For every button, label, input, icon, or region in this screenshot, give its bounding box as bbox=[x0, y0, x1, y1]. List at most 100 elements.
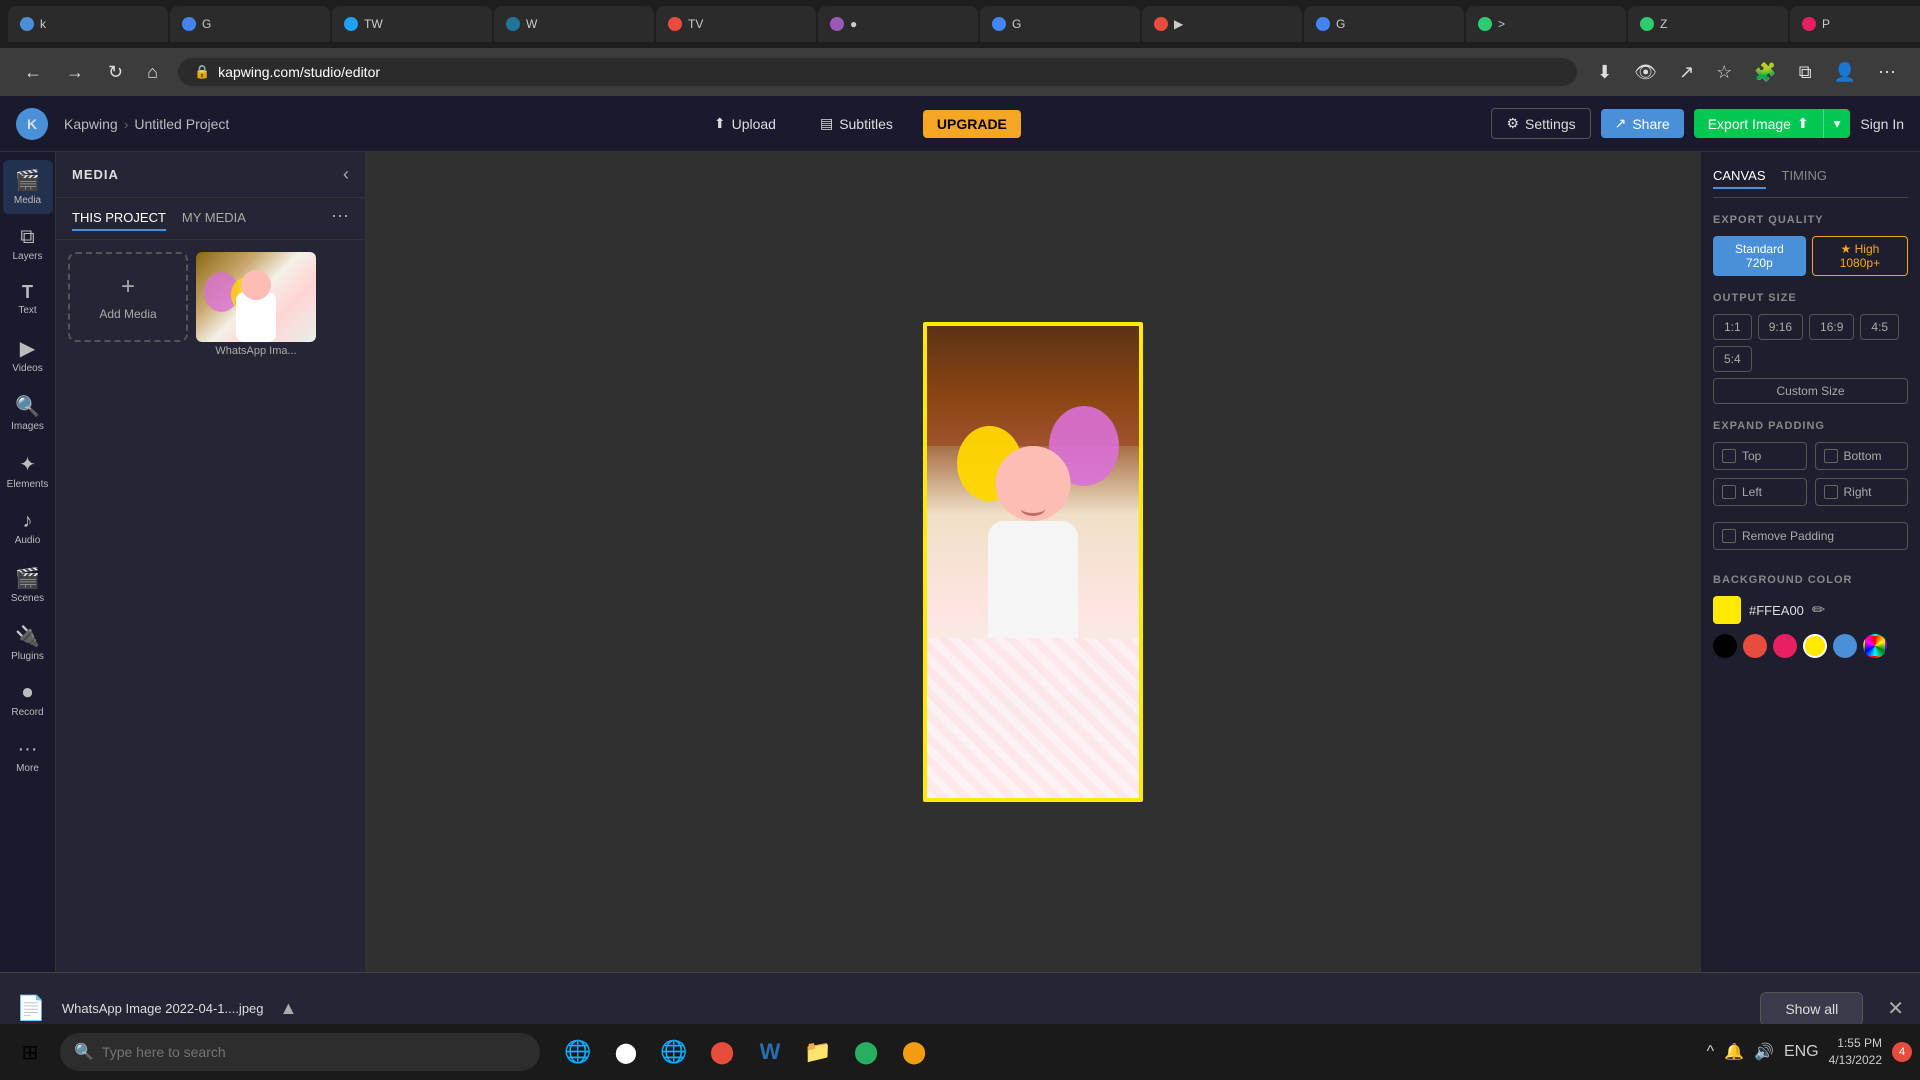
browser-tab-1[interactable]: k bbox=[8, 6, 168, 42]
media-thumbnail[interactable] bbox=[196, 252, 316, 342]
padding-top-button[interactable]: Top bbox=[1713, 442, 1807, 470]
export-main-button[interactable]: Export Image ⬆ bbox=[1694, 109, 1823, 138]
back-button[interactable]: ← bbox=[16, 58, 50, 87]
tab-canvas[interactable]: CANVAS bbox=[1713, 164, 1766, 189]
sidebar-item-record[interactable]: ⏺ Record bbox=[3, 674, 53, 726]
quality-high-button[interactable]: ★ High 1080p+ bbox=[1812, 236, 1908, 276]
favorites-btn[interactable]: ☆ bbox=[1708, 58, 1740, 87]
export-dropdown-button[interactable]: ▾ bbox=[1823, 109, 1851, 138]
sidebar-item-scenes[interactable]: 🎬 Scenes bbox=[3, 558, 53, 612]
collapse-panel-button[interactable]: ‹ bbox=[343, 164, 349, 185]
share-button[interactable]: ↗ Share bbox=[1601, 109, 1684, 138]
sidebar-item-plugins[interactable]: 🔌 Plugins bbox=[3, 616, 53, 670]
tray-network-icon[interactable]: 🔔 bbox=[1724, 1042, 1744, 1062]
browser-tab-4[interactable]: W bbox=[494, 6, 654, 42]
project-name[interactable]: Untitled Project bbox=[134, 116, 229, 132]
settings-button[interactable]: ⚙ Settings bbox=[1491, 108, 1590, 139]
bottom-collapse-button[interactable]: ▲ bbox=[280, 998, 298, 1019]
main-area: 🎬 Media ⧉ Layers T Text ▶ Videos 🔍 Image… bbox=[0, 152, 1920, 972]
address-bar[interactable]: 🔒 kapwing.com/studio/editor bbox=[178, 58, 1577, 86]
preset-yellow[interactable] bbox=[1803, 634, 1827, 658]
tb-app-2[interactable]: ⬤ bbox=[892, 1030, 936, 1074]
download-icon-btn[interactable]: ⬇ bbox=[1589, 58, 1620, 87]
browser-tab-11[interactable]: Z bbox=[1628, 6, 1788, 42]
browser-tab-2[interactable]: G bbox=[170, 6, 330, 42]
tb-app-word[interactable]: W bbox=[748, 1030, 792, 1074]
tb-app-opera[interactable]: ⬤ bbox=[700, 1030, 744, 1074]
home-button[interactable]: ⌂ bbox=[139, 58, 166, 87]
size-1x1-button[interactable]: 1:1 bbox=[1713, 314, 1752, 340]
upgrade-button[interactable]: UPGRADE bbox=[923, 110, 1021, 138]
bottom-filename: WhatsApp Image 2022-04-1....jpeg bbox=[62, 1001, 264, 1016]
tb-app-1[interactable]: ⬤ bbox=[844, 1030, 888, 1074]
tray-datetime[interactable]: 1:55 PM 4/13/2022 bbox=[1829, 1035, 1882, 1069]
browser-tab-10[interactable]: > bbox=[1466, 6, 1626, 42]
tab-this-project[interactable]: THIS PROJECT bbox=[72, 206, 166, 231]
browser-tab-6[interactable]: ● bbox=[818, 6, 978, 42]
preset-red[interactable] bbox=[1743, 634, 1767, 658]
size-4x5-button[interactable]: 4:5 bbox=[1860, 314, 1899, 340]
images-icon: 🔍 bbox=[15, 394, 40, 419]
add-media-button[interactable]: + Add Media bbox=[68, 252, 188, 342]
share-page-btn[interactable]: ↗ bbox=[1671, 58, 1702, 87]
search-bar[interactable]: 🔍 bbox=[60, 1033, 540, 1071]
notification-badge[interactable]: 4 bbox=[1892, 1042, 1912, 1062]
remove-padding-button[interactable]: Remove Padding bbox=[1713, 522, 1908, 550]
profile-btn[interactable]: 👤 bbox=[1826, 58, 1864, 87]
sidebar-item-audio[interactable]: ♪ Audio bbox=[3, 502, 53, 554]
reading-mode-btn[interactable]: 👁 bbox=[1626, 58, 1665, 87]
browser-tab-8[interactable]: ▶ bbox=[1142, 6, 1302, 42]
tray-chevron[interactable]: ^ bbox=[1707, 1043, 1715, 1061]
tb-app-ie[interactable]: 🌐 bbox=[556, 1030, 600, 1074]
upload-button[interactable]: ⬆ Upload bbox=[700, 109, 790, 138]
preset-gradient[interactable] bbox=[1863, 634, 1887, 658]
sidebar-toggle-btn[interactable]: ⧉ bbox=[1791, 58, 1820, 87]
color-swatch[interactable] bbox=[1713, 596, 1741, 624]
bg-color-label: BACKGROUND COLOR bbox=[1713, 574, 1908, 586]
sidebar-item-text[interactable]: T Text bbox=[3, 274, 53, 324]
subtitles-button[interactable]: ▤ Subtitles bbox=[806, 109, 907, 138]
show-all-button[interactable]: Show all bbox=[1760, 992, 1863, 1026]
tab-timing[interactable]: TIMING bbox=[1782, 164, 1828, 189]
sidebar-item-media[interactable]: 🎬 Media bbox=[3, 160, 53, 214]
size-16x9-button[interactable]: 16:9 bbox=[1809, 314, 1854, 340]
browser-tab-3[interactable]: TW bbox=[332, 6, 492, 42]
extensions-btn[interactable]: 🧩 bbox=[1746, 58, 1784, 87]
brand-name[interactable]: Kapwing bbox=[64, 116, 118, 132]
tb-app-explorer[interactable]: 📁 bbox=[796, 1030, 840, 1074]
sidebar-item-videos[interactable]: ▶ Videos bbox=[3, 328, 53, 382]
padding-left-button[interactable]: Left bbox=[1713, 478, 1807, 506]
padding-right-button[interactable]: Right bbox=[1815, 478, 1909, 506]
sidebar-item-more[interactable]: ··· More bbox=[3, 730, 53, 782]
tab-my-media[interactable]: MY MEDIA bbox=[182, 206, 246, 231]
browser-tab-12[interactable]: P bbox=[1790, 6, 1920, 42]
browser-tab-7[interactable]: G bbox=[980, 6, 1140, 42]
quality-standard-button[interactable]: Standard 720p bbox=[1713, 236, 1806, 276]
media-more-icon[interactable]: ⋯ bbox=[331, 206, 349, 231]
sidebar-item-elements[interactable]: ✦ Elements bbox=[3, 444, 53, 498]
canvas-area[interactable] bbox=[366, 152, 1700, 972]
start-button[interactable]: ⊞ bbox=[8, 1030, 52, 1074]
signin-button[interactable]: Sign In bbox=[1860, 116, 1904, 132]
color-picker-icon[interactable]: ✏ bbox=[1812, 600, 1825, 620]
custom-size-button[interactable]: Custom Size bbox=[1713, 378, 1908, 404]
sidebar-item-layers[interactable]: ⧉ Layers bbox=[3, 218, 53, 270]
search-input[interactable] bbox=[102, 1044, 526, 1060]
size-5x4-button[interactable]: 5:4 bbox=[1713, 346, 1752, 372]
sidebar-item-images[interactable]: 🔍 Images bbox=[3, 386, 53, 440]
preset-black[interactable] bbox=[1713, 634, 1737, 658]
browser-tab-5[interactable]: TV bbox=[656, 6, 816, 42]
forward-button[interactable]: → bbox=[58, 58, 92, 87]
padding-right-checkbox bbox=[1824, 485, 1838, 499]
padding-bottom-button[interactable]: Bottom bbox=[1815, 442, 1909, 470]
tb-app-chrome[interactable]: ⬤ bbox=[604, 1030, 648, 1074]
tray-volume-icon[interactable]: 🔊 bbox=[1754, 1042, 1774, 1062]
preset-pink[interactable] bbox=[1773, 634, 1797, 658]
size-9x16-button[interactable]: 9:16 bbox=[1758, 314, 1803, 340]
bottom-close-button[interactable]: ✕ bbox=[1887, 996, 1904, 1021]
menu-btn[interactable]: ⋯ bbox=[1870, 58, 1904, 87]
preset-blue[interactable] bbox=[1833, 634, 1857, 658]
browser-tab-9[interactable]: G bbox=[1304, 6, 1464, 42]
refresh-button[interactable]: ↻ bbox=[100, 58, 131, 87]
tb-app-edge[interactable]: 🌐 bbox=[652, 1030, 696, 1074]
